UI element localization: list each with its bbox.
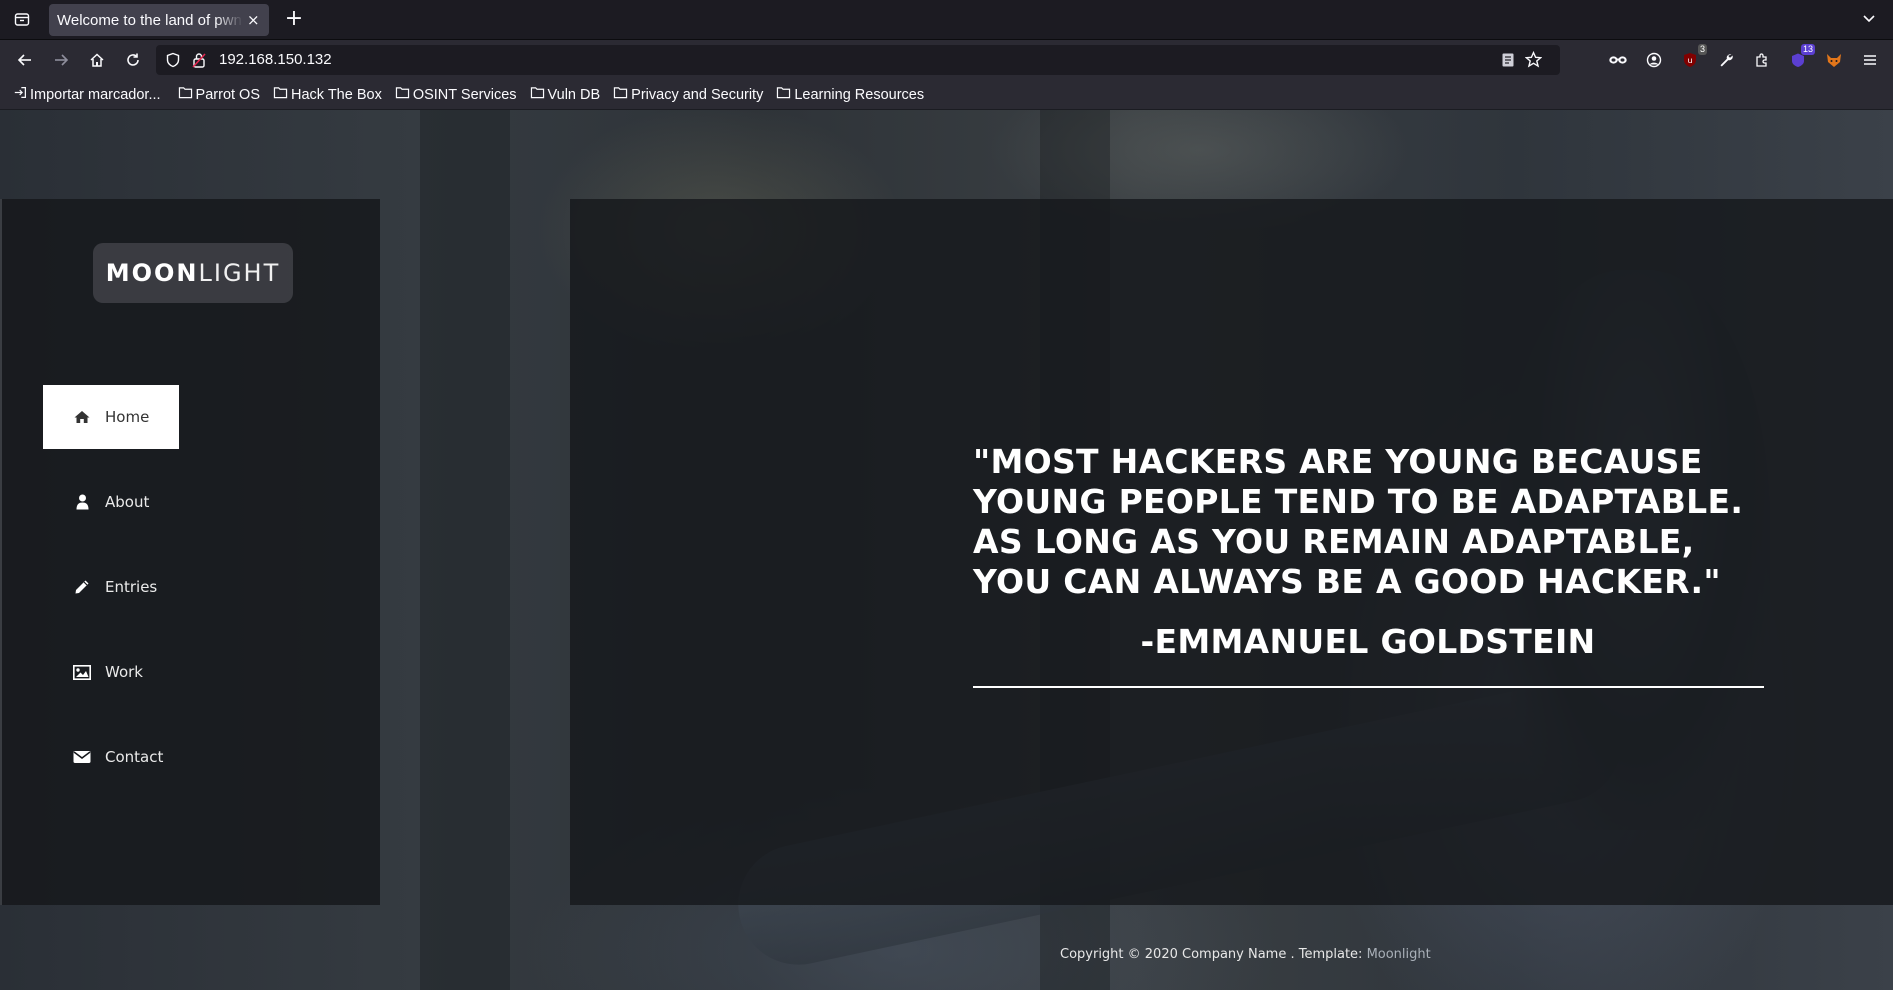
forward-arrow-icon[interactable] xyxy=(50,49,72,71)
fox-extension-icon[interactable] xyxy=(1823,49,1845,71)
browser-tab-bar: Welcome to the land of pwn × + xyxy=(0,0,1893,40)
bookmark-label: Vuln DB xyxy=(547,86,601,103)
wrench-icon[interactable] xyxy=(1715,49,1737,71)
incognito-mask-icon[interactable] xyxy=(1607,49,1629,71)
home-icon xyxy=(73,408,91,426)
hamburger-menu-icon[interactable] xyxy=(1859,49,1881,71)
bookmark-folder-vuln-db[interactable]: Vuln DB xyxy=(530,86,601,103)
bookmark-label: OSINT Services xyxy=(412,86,517,103)
svg-text:u: u xyxy=(1687,56,1692,65)
site-logo[interactable]: MOON LIGHT xyxy=(93,243,293,303)
folder-icon xyxy=(395,86,413,103)
bookmark-label: Importar marcador... xyxy=(30,86,161,103)
container-icon[interactable]: 13 xyxy=(1787,44,1815,71)
bookmarks-toolbar: Importar marcador... Parrot OS Hack The … xyxy=(0,80,1893,109)
bookmark-folder-learning-resources[interactable]: Learning Resources xyxy=(776,86,924,103)
nav-label: About xyxy=(105,493,150,511)
copyright-label: Copyright © 2020 Company Name . Template… xyxy=(1060,947,1367,962)
nav-label: Contact xyxy=(105,748,164,766)
container-badge: 13 xyxy=(1800,44,1815,55)
envelope-icon xyxy=(73,748,91,766)
tab-title: Welcome to the land of pwn xyxy=(57,11,242,29)
web-page: MOON LIGHT Home About Entries Work Conta… xyxy=(0,110,1893,990)
sidebar: MOON LIGHT Home About Entries Work Conta… xyxy=(0,199,380,905)
folder-icon xyxy=(273,86,291,103)
browser-nav-bar: 192.168.150.132 u 3 13 xyxy=(0,40,1893,80)
main-content-panel: "MOST HACKERS ARE YOUNG BECAUSE YOUNG PE… xyxy=(570,199,1893,905)
browser-tab-active[interactable]: Welcome to the land of pwn × xyxy=(49,4,269,36)
nav-item-home[interactable]: Home xyxy=(43,385,179,449)
new-tab-button[interactable]: + xyxy=(282,7,306,31)
quote-attribution: -EMMANUEL GOLDSTEIN xyxy=(1140,622,1596,661)
user-icon xyxy=(73,493,91,511)
nav-item-contact[interactable]: Contact xyxy=(43,725,179,789)
pencil-icon xyxy=(73,578,91,596)
url-text: 192.168.150.132 xyxy=(219,51,332,68)
folder-icon xyxy=(613,86,631,103)
bookmark-folder-privacy-security[interactable]: Privacy and Security xyxy=(613,86,763,103)
image-icon xyxy=(73,663,91,681)
logo-light-text: LIGHT xyxy=(198,259,281,287)
shield-icon[interactable] xyxy=(165,52,181,72)
nav-label: Work xyxy=(105,663,143,681)
nav-item-about[interactable]: About xyxy=(43,470,179,534)
back-arrow-icon[interactable] xyxy=(14,49,36,71)
bookmark-folder-osint-services[interactable]: OSINT Services xyxy=(395,86,517,103)
ublock-badge: 3 xyxy=(1697,44,1707,55)
chevron-down-icon[interactable] xyxy=(1861,10,1879,28)
close-tab-icon[interactable]: × xyxy=(247,11,260,29)
bookmark-folder-hack-the-box[interactable]: Hack The Box xyxy=(273,86,382,103)
template-link[interactable]: Moonlight xyxy=(1367,947,1431,962)
background-tree xyxy=(420,110,510,990)
folder-icon xyxy=(530,86,548,103)
bookmark-star-icon[interactable] xyxy=(1524,50,1543,72)
ublock-icon[interactable]: u 3 xyxy=(1679,44,1707,71)
bookmark-label: Learning Resources xyxy=(794,86,925,103)
logo-bold-text: MOON xyxy=(105,259,199,287)
copyright-text: Copyright © 2020 Company Name . Template… xyxy=(1060,947,1431,962)
folder-icon xyxy=(776,86,794,103)
reader-view-icon[interactable] xyxy=(1500,52,1516,72)
nav-item-entries[interactable]: Entries xyxy=(43,555,179,619)
reload-icon[interactable] xyxy=(122,49,144,71)
address-bar[interactable]: 192.168.150.132 xyxy=(156,45,1560,75)
bookmark-folder-parrot-os[interactable]: Parrot OS xyxy=(178,86,260,103)
bookmark-label: Privacy and Security xyxy=(631,86,764,103)
hero-quote: "MOST HACKERS ARE YOUNG BECAUSE YOUNG PE… xyxy=(973,442,1744,601)
home-icon[interactable] xyxy=(86,49,108,71)
nav-label: Home xyxy=(105,408,150,426)
tab-list-icon[interactable] xyxy=(12,9,32,29)
lock-insecure-icon[interactable] xyxy=(192,52,206,72)
footer: Copyright © 2020 Company Name . Template… xyxy=(0,905,1893,990)
import-icon xyxy=(14,86,30,103)
bookmark-label: Hack The Box xyxy=(291,86,382,103)
nav-item-work[interactable]: Work xyxy=(43,640,179,704)
bookmark-import[interactable]: Importar marcador... xyxy=(14,86,161,103)
extensions-puzzle-icon[interactable] xyxy=(1751,49,1773,71)
account-icon[interactable] xyxy=(1643,49,1665,71)
folder-icon xyxy=(178,86,196,103)
bookmark-label: Parrot OS xyxy=(195,86,261,103)
nav-label: Entries xyxy=(105,578,158,596)
quote-divider xyxy=(973,686,1764,688)
